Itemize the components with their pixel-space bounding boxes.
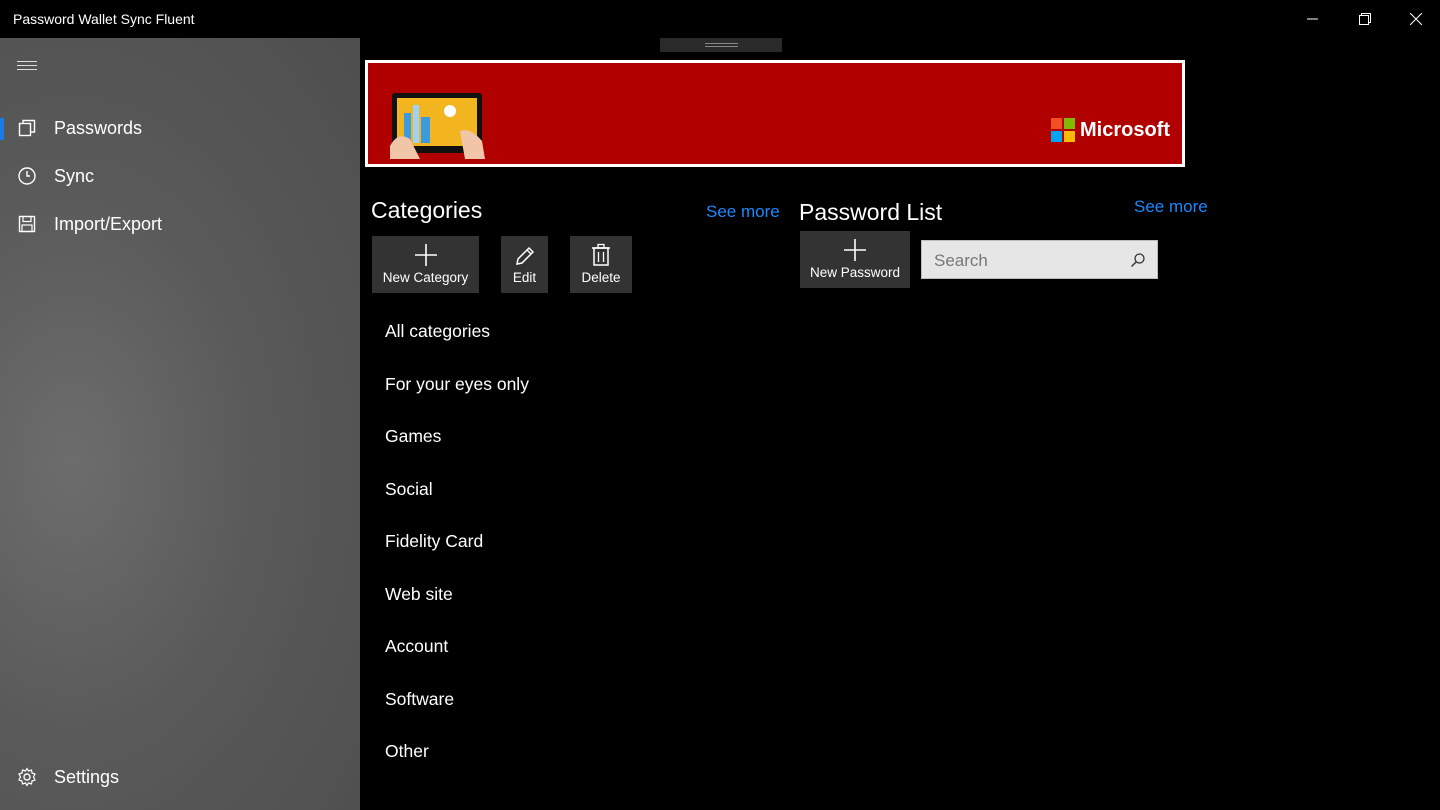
categories-see-more-link[interactable]: See more (706, 202, 780, 222)
plus-icon (414, 244, 437, 266)
passwords-icon (18, 119, 36, 137)
hamburger-menu-icon[interactable] (17, 58, 37, 74)
windows-logo-icon (1051, 118, 1075, 142)
new-password-button[interactable]: New Password (800, 231, 910, 288)
edit-category-button[interactable]: Edit (501, 236, 548, 293)
new-category-button[interactable]: New Category (372, 236, 479, 293)
microsoft-logo: Microsoft (1051, 118, 1170, 142)
clock-icon (18, 167, 36, 185)
category-item-all[interactable]: All categories (385, 321, 490, 342)
trash-icon (592, 243, 610, 266)
password-list-title: Password List (799, 199, 943, 225)
category-item-account[interactable]: Account (385, 636, 448, 657)
categories-title: Categories (371, 197, 483, 223)
microsoft-wordmark: Microsoft (1080, 118, 1170, 141)
new-category-label: New Category (382, 270, 469, 285)
plus-icon (844, 239, 866, 261)
delete-label: Delete (581, 270, 621, 285)
category-item-software[interactable]: Software (385, 689, 454, 710)
minimize-button[interactable] (1287, 0, 1339, 38)
category-item-social[interactable]: Social (385, 479, 433, 500)
restore-icon (1359, 13, 1371, 25)
ad-banner[interactable]: Microsoft (365, 60, 1185, 167)
close-button[interactable] (1390, 0, 1440, 38)
sidebar-item-sync[interactable]: Sync (0, 154, 360, 198)
selection-indicator (0, 118, 4, 140)
category-item-other[interactable]: Other (385, 741, 429, 762)
sidebar-item-label: Passwords (54, 117, 143, 138)
search-icon[interactable] (1130, 252, 1146, 268)
search-input[interactable] (932, 248, 1126, 274)
settings-label: Settings (54, 766, 120, 787)
sidebar-item-import-export[interactable]: Import/Export (0, 202, 360, 246)
sidebar-item-label: Sync (54, 165, 95, 186)
category-item-eyes-only[interactable]: For your eyes only (385, 374, 529, 395)
sidebar-item-settings[interactable]: Settings (0, 755, 360, 799)
category-item-web-site[interactable]: Web site (385, 584, 453, 605)
navigation-pane: Passwords Sync Import/Export Settings (0, 38, 360, 810)
edit-label: Edit (512, 270, 537, 285)
save-icon (18, 215, 36, 233)
sidebar-item-label: Import/Export (54, 213, 163, 234)
drag-handle[interactable] (660, 38, 782, 52)
sidebar-item-passwords[interactable]: Passwords (0, 106, 360, 150)
minimize-icon (1307, 18, 1318, 20)
password-list-see-more-link[interactable]: See more (1134, 197, 1208, 217)
category-item-games[interactable]: Games (385, 426, 441, 447)
pencil-icon (515, 246, 534, 265)
gear-icon (18, 767, 36, 787)
new-password-label: New Password (809, 265, 901, 280)
tablet-illustration (390, 93, 485, 159)
category-item-fidelity-card[interactable]: Fidelity Card (385, 531, 483, 552)
app-title: Password Wallet Sync Fluent (13, 11, 195, 27)
restore-button[interactable] (1339, 0, 1391, 38)
close-icon (1410, 13, 1422, 25)
title-bar: Password Wallet Sync Fluent (0, 0, 1440, 38)
delete-category-button[interactable]: Delete (570, 236, 632, 293)
search-box (921, 240, 1158, 279)
